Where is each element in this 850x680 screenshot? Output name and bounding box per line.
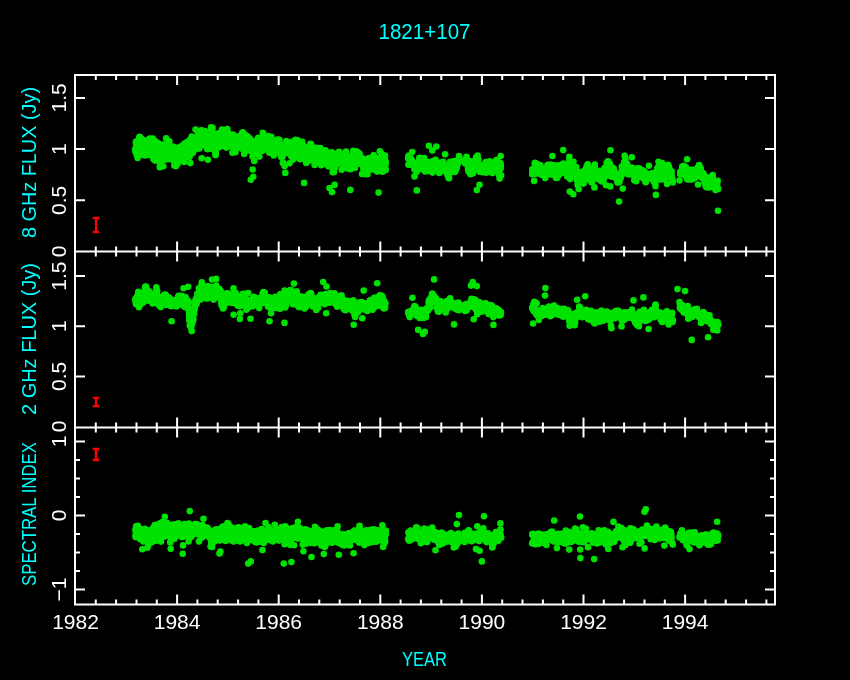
svg-text:0: 0 [47, 510, 70, 522]
svg-text:1986: 1986 [255, 610, 302, 633]
svg-text:1: 1 [47, 320, 70, 332]
svg-text:YEAR: YEAR [402, 648, 447, 670]
svg-text:0: 0 [47, 421, 70, 433]
svg-text:1988: 1988 [357, 610, 404, 633]
svg-text:1990: 1990 [459, 610, 506, 633]
svg-text:−1: −1 [47, 578, 70, 602]
svg-text:1: 1 [47, 143, 70, 155]
svg-text:1.5: 1.5 [47, 261, 70, 290]
svg-text:SPECTRAL INDEX: SPECTRAL INDEX [18, 442, 40, 586]
svg-text:0.5: 0.5 [47, 186, 70, 215]
svg-text:1992: 1992 [560, 610, 607, 633]
svg-text:1982: 1982 [52, 610, 99, 633]
svg-text:1: 1 [47, 436, 70, 448]
svg-text:1821+107: 1821+107 [379, 19, 471, 44]
svg-text:1984: 1984 [154, 610, 201, 633]
svg-text:1994: 1994 [662, 610, 709, 633]
svg-text:1.5: 1.5 [47, 83, 70, 112]
svg-text:0: 0 [47, 246, 70, 258]
svg-text:8 GHz FLUX (Jy): 8 GHz FLUX (Jy) [18, 87, 40, 238]
svg-text:2 GHz FLUX (Jy): 2 GHz FLUX (Jy) [18, 263, 40, 415]
svg-text:0.5: 0.5 [47, 362, 70, 391]
